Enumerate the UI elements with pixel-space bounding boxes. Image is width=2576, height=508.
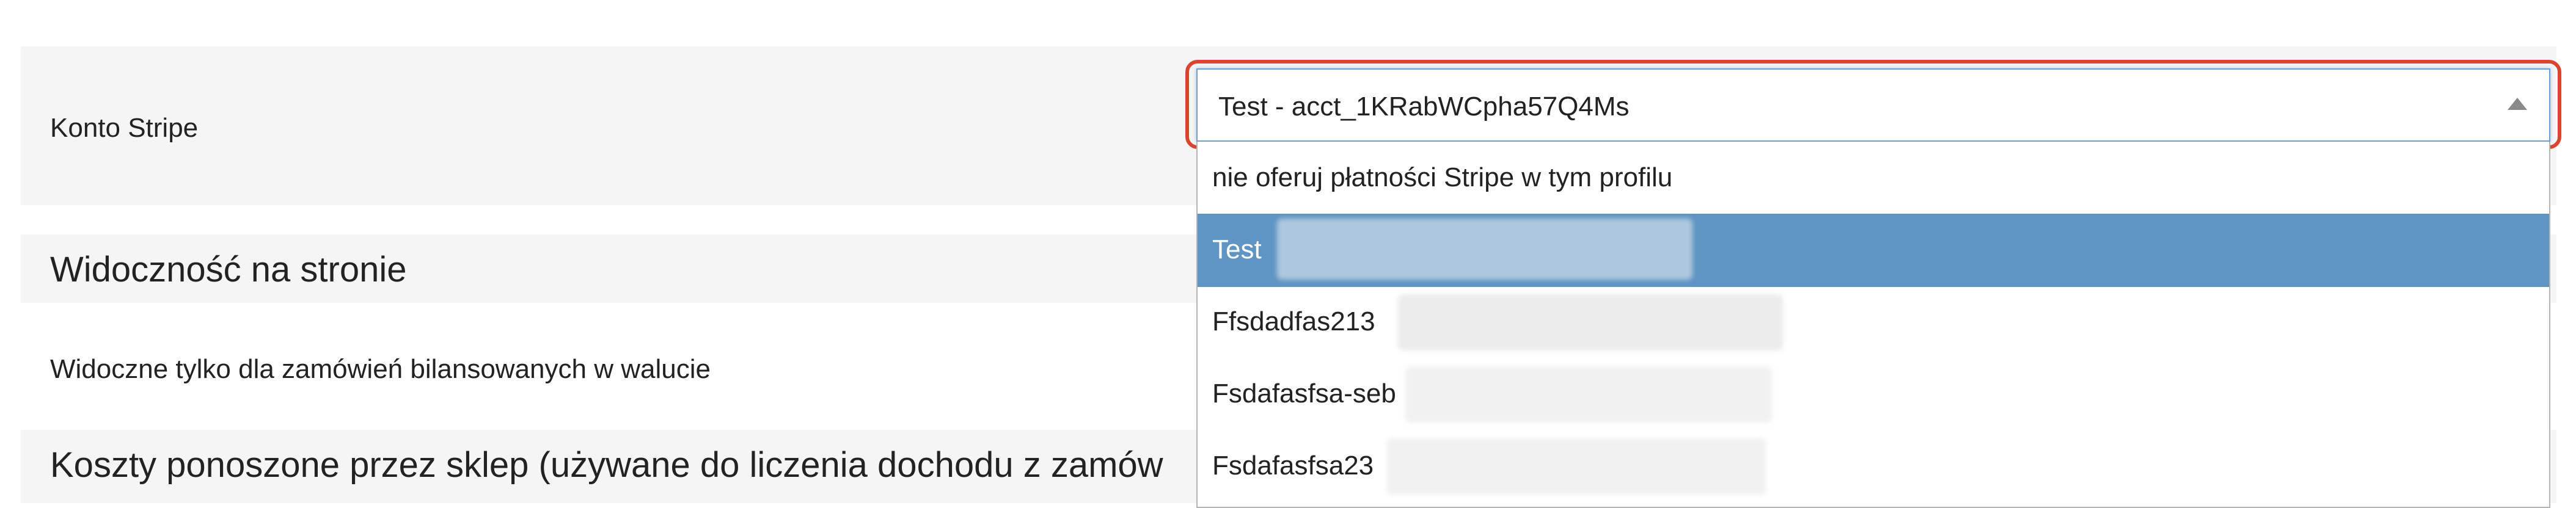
stripe-account-selected-value: Test - acct_1KRabWCpha57Q4Ms — [1218, 92, 1630, 122]
costs-section-title: Koszty ponoszone przez sklep (używane do… — [50, 445, 1163, 485]
dropdown-option-label: Fsdafasfsa-seb — [1212, 379, 1396, 408]
balanced-currency-only-label: Widoczne tylko dla zamówień bilansowanyc… — [50, 354, 711, 384]
dropdown-option-test[interactable]: Test — [1198, 214, 2549, 287]
redacted-blur — [1398, 294, 1783, 350]
redacted-blur — [1405, 366, 1772, 423]
stripe-account-dropdown: nie oferuj płatności Stripe w tym profil… — [1196, 142, 2550, 508]
dropdown-option-label: Test — [1212, 234, 1262, 264]
dropdown-option-label: Ffsdadfas213 — [1212, 307, 1375, 336]
stripe-account-select[interactable]: Test - acct_1KRabWCpha57Q4Ms — [1196, 68, 2550, 142]
dropdown-option-label: nie oferuj płatności Stripe w tym profil… — [1212, 162, 1673, 192]
dropdown-option-fsdafasfsa-seb[interactable]: Fsdafasfsa-seb — [1198, 358, 2549, 431]
dropdown-option-ffsdadfas213[interactable]: Ffsdadfas213 — [1198, 286, 2549, 359]
dropdown-option-label: Fsdafasfsa23 — [1212, 451, 1374, 481]
dropdown-option-fsdafasfsa23[interactable]: Fsdafasfsa23 — [1198, 430, 2549, 503]
chevron-up-icon[interactable] — [2508, 98, 2527, 110]
stripe-account-label: Konto Stripe — [50, 113, 199, 143]
dropdown-option-none[interactable]: nie oferuj płatności Stripe w tym profil… — [1198, 142, 2549, 215]
redacted-blur — [1387, 438, 1766, 495]
redacted-blur — [1277, 219, 1692, 280]
visibility-section-title: Widoczność na stronie — [50, 250, 407, 289]
